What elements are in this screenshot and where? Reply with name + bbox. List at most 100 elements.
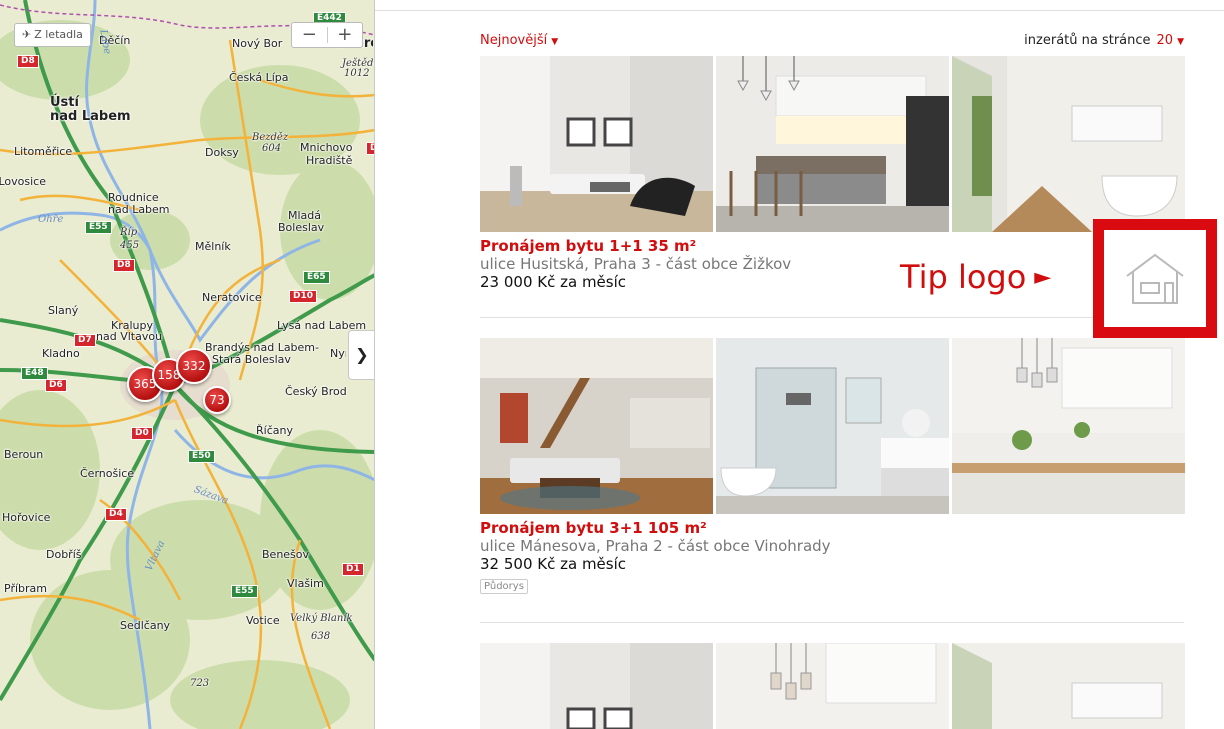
peak-label: 604: [262, 143, 282, 154]
peak-label: 455: [120, 240, 140, 251]
map-place-label: Hradiště: [306, 154, 353, 167]
map-place-label: Doksy: [205, 146, 239, 159]
aerial-view-label: Z letadla: [34, 28, 83, 41]
map-place-label: Votice: [246, 614, 280, 627]
results-panel: Nejnovější ▼ inzerátů na stránce 20 ▼ Pr…: [480, 0, 1186, 729]
peak-label: Velký Blaník: [290, 613, 353, 624]
listing-title[interactable]: Pronájem bytu 1+1 35 m²: [480, 237, 1186, 255]
map-place-label: Černošice: [80, 467, 135, 480]
road-badge: D8: [17, 55, 39, 68]
map-place-label: Boleslav: [278, 221, 325, 234]
listing-price: 32 500 Kč za měsíc: [480, 555, 627, 573]
map-place-label: Neratovice: [202, 291, 262, 304]
zoom-in-button[interactable]: +: [328, 23, 363, 47]
zoom-control: − +: [291, 22, 363, 48]
map-place-label: Nový Bor: [232, 37, 283, 50]
road-badge: D4: [105, 508, 127, 521]
map-place-label: nad Labem: [108, 203, 170, 216]
listing-photo-kitchen[interactable]: [716, 643, 949, 729]
map-place-label: Vlašim: [287, 577, 324, 590]
listing-photo-bathroom[interactable]: [952, 643, 1185, 729]
map-place-label: nad Labem: [50, 109, 131, 124]
sort-label: Nejnovější: [480, 33, 548, 48]
tip-logo-text: Tip logo: [900, 258, 1027, 296]
road-badge: E55: [85, 221, 112, 234]
road-badge: E65: [303, 271, 330, 284]
map-place-label: Dobříš: [46, 548, 82, 561]
floorplan-badge[interactable]: Půdorys: [480, 579, 528, 594]
road-badge: D7: [74, 334, 96, 347]
map-place-label: Ústí: [50, 95, 79, 110]
listing-photo-kitchen[interactable]: [716, 56, 949, 232]
per-page-dropdown[interactable]: 20 ▼: [1157, 33, 1184, 48]
expand-map-button[interactable]: ❯: [348, 330, 374, 380]
road-badge: D10: [366, 142, 374, 155]
arrow-right-icon: ►: [1034, 265, 1052, 290]
peak-label: Říp: [120, 227, 138, 238]
road-badge: E50: [188, 450, 215, 463]
road-badge: D6: [45, 379, 67, 392]
listing-photo-living-room[interactable]: [480, 56, 713, 232]
map-place-label: Nymburk: [330, 348, 346, 360]
map-place-label: Kladno: [42, 347, 80, 360]
per-page-label: inzerátů na stránce: [1024, 33, 1151, 48]
map-place-label: Hořovice: [2, 511, 51, 524]
listing-photo-living-room[interactable]: [480, 643, 713, 729]
road-badge: D0: [131, 427, 153, 440]
map-place-label: Říčany: [256, 424, 293, 437]
listing-divider: [480, 622, 1184, 623]
per-page-control: inzerátů na stránce 20 ▼: [1024, 33, 1184, 48]
map-place-label: nad Vltavou: [96, 330, 163, 343]
road-badge: D10: [289, 290, 317, 303]
map-place-label: Sedlčany: [120, 619, 171, 632]
road-badge: E55: [231, 585, 258, 598]
listing-card: Pronájem bytu 3+1 105 m² ulice Mánesova,…: [480, 338, 1186, 594]
sort-dropdown[interactable]: Nejnovější ▼: [480, 33, 558, 48]
map-place-label: Stará Boleslav: [212, 353, 291, 366]
zoom-out-button[interactable]: −: [292, 23, 327, 47]
map-place-label: Lovosice: [0, 176, 46, 188]
listing-photo-kitchen[interactable]: [952, 338, 1185, 514]
map-place-label: Mělník: [195, 240, 231, 253]
listing-title[interactable]: Pronájem bytu 3+1 105 m²: [480, 519, 1186, 537]
sort-bar: Nejnovější ▼ inzerátů na stránce 20 ▼: [480, 33, 1186, 51]
map-place-label: Česká Lípa: [229, 71, 289, 84]
map-place-label: Český Brod: [285, 385, 347, 398]
listing-photo-living-room[interactable]: [480, 338, 713, 514]
listing-divider: [480, 317, 1184, 318]
peak-label: 1012: [344, 68, 370, 79]
listing-address: ulice Husitská, Praha 3 - část obce Žižk…: [480, 255, 792, 273]
listing-address: ulice Mánesova, Praha 2 - část obce Vino…: [480, 537, 831, 555]
chevron-right-icon: ❯: [355, 345, 369, 364]
house-icon: [1126, 253, 1184, 304]
caret-down-icon: ▼: [1177, 37, 1184, 47]
peak-label: 723: [190, 678, 210, 689]
photo-strip: [480, 338, 1186, 514]
map-place-label: Mnichovo: [300, 141, 353, 154]
listing-photo-bathroom[interactable]: [952, 56, 1185, 232]
map-place-label: Benešov: [262, 548, 310, 561]
tip-logo-box[interactable]: [1093, 219, 1217, 338]
listing-price: 23 000 Kč za měsíc: [480, 273, 627, 291]
road-badge: D1: [342, 563, 364, 576]
aerial-view-button[interactable]: ✈ Z letadla: [14, 23, 91, 47]
map-place-label: Litoměřice: [14, 145, 73, 158]
photo-strip: [480, 56, 1186, 232]
map-place-label: Slaný: [48, 304, 79, 317]
airplane-icon: ✈: [22, 28, 32, 41]
listing-card: [480, 643, 1186, 729]
map-place-label: Beroun: [4, 448, 44, 461]
caret-down-icon: ▼: [551, 37, 559, 47]
map-panel[interactable]: Děčín Nový Bor Česká Lípa Ústí nad Labem…: [0, 0, 375, 729]
listing-photo-bathroom[interactable]: [716, 338, 949, 514]
road-badge: E48: [21, 367, 48, 380]
map-cluster-marker[interactable]: 73: [203, 386, 231, 414]
listing-card: Pronájem bytu 1+1 35 m² ulice Husitská, …: [480, 56, 1186, 292]
tip-logo-callout: Tip logo ►: [900, 258, 1051, 296]
map-place-label: Příbram: [4, 582, 47, 595]
peak-label: 638: [311, 631, 331, 642]
road-badge: D8: [113, 259, 135, 272]
photo-strip: [480, 643, 1186, 729]
map-cluster-marker[interactable]: 332: [176, 348, 212, 384]
per-page-value: 20: [1156, 33, 1174, 48]
